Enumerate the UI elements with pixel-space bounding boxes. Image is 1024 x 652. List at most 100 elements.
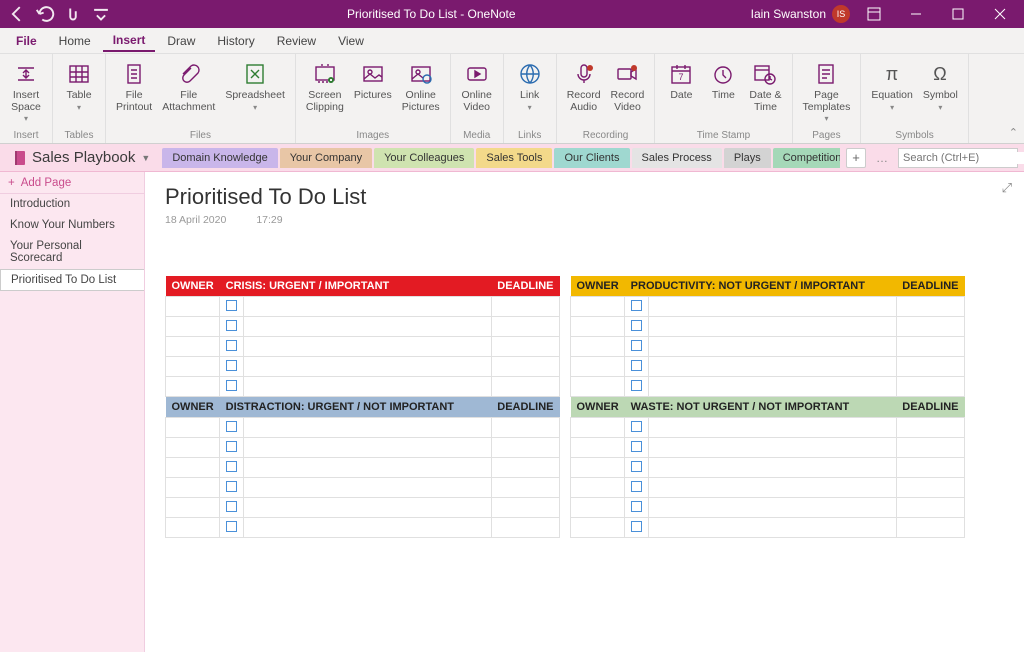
undo-icon[interactable] <box>34 3 56 25</box>
table-row[interactable] <box>571 317 965 337</box>
checkbox[interactable] <box>226 360 237 371</box>
checkbox[interactable] <box>226 501 237 512</box>
record-video-button[interactable]: RecordVideo <box>607 58 649 115</box>
menu-file[interactable]: File <box>6 31 47 51</box>
menu-draw[interactable]: Draw <box>157 31 205 51</box>
fullscreen-icon[interactable]: ⤢ <box>1002 180 1012 196</box>
time-button[interactable]: Time <box>703 58 743 104</box>
online-video-button[interactable]: OnlineVideo <box>457 58 497 115</box>
symbol-button[interactable]: ΩSymbol▾ <box>919 58 962 114</box>
page-templates-button[interactable]: PageTemplates▾ <box>799 58 855 125</box>
checkbox[interactable] <box>226 441 237 452</box>
insert-space-button[interactable]: InsertSpace▾ <box>6 58 46 125</box>
notebook-selector[interactable]: Sales Playbook ▼ <box>6 147 156 168</box>
checkbox[interactable] <box>631 421 642 432</box>
section-tab-our-clients[interactable]: Our Clients <box>554 148 629 168</box>
checkbox[interactable] <box>631 320 642 331</box>
section-tab-sales-tools[interactable]: Sales Tools <box>476 148 552 168</box>
minimize-icon[interactable] <box>898 0 934 28</box>
quadrant-table[interactable]: OWNERPRODUCTIVITY: NOT URGENT / IMPORTAN… <box>570 276 965 397</box>
checkbox[interactable] <box>631 441 642 452</box>
table-row[interactable] <box>571 478 965 498</box>
checkbox[interactable] <box>226 340 237 351</box>
table-row[interactable] <box>571 377 965 397</box>
menu-home[interactable]: Home <box>49 31 101 51</box>
checkbox[interactable] <box>631 360 642 371</box>
table-button[interactable]: Table▾ <box>59 58 99 114</box>
table-row[interactable] <box>571 337 965 357</box>
checkbox[interactable] <box>226 481 237 492</box>
table-row[interactable] <box>166 377 560 397</box>
page-item[interactable]: Prioritised To Do List <box>0 269 144 291</box>
equation-button[interactable]: πEquation▾ <box>867 58 916 114</box>
record-audio-button[interactable]: RecordAudio <box>563 58 605 115</box>
table-row[interactable] <box>166 438 560 458</box>
table-row[interactable] <box>571 438 965 458</box>
table-row[interactable] <box>571 418 965 438</box>
table-row[interactable] <box>571 458 965 478</box>
menu-history[interactable]: History <box>207 31 264 51</box>
user-name[interactable]: Iain Swanston <box>751 7 826 21</box>
date-time-button[interactable]: Date &Time <box>745 58 785 115</box>
checkbox[interactable] <box>631 340 642 351</box>
checkbox[interactable] <box>631 501 642 512</box>
table-row[interactable] <box>571 498 965 518</box>
file-printout-button[interactable]: FilePrintout <box>112 58 156 115</box>
checkbox[interactable] <box>226 521 237 532</box>
section-tab-competition[interactable]: Competition <box>773 148 840 168</box>
menu-review[interactable]: Review <box>267 31 326 51</box>
avatar[interactable]: IS <box>832 5 850 23</box>
sections-overflow-icon[interactable]: … <box>872 151 892 165</box>
touch-mode-icon[interactable] <box>62 3 84 25</box>
table-row[interactable] <box>166 418 560 438</box>
section-tab-your-company[interactable]: Your Company <box>280 148 372 168</box>
checkbox[interactable] <box>631 300 642 311</box>
page-item[interactable]: Know Your Numbers <box>0 215 144 236</box>
quadrant-table[interactable]: OWNERCRISIS: URGENT / IMPORTANTDEADLINE <box>165 276 560 397</box>
page-canvas[interactable]: ⤢ Prioritised To Do List 18 April 2020 1… <box>145 172 1024 652</box>
link-button[interactable]: Link▾ <box>510 58 550 114</box>
close-icon[interactable] <box>982 0 1018 28</box>
checkbox[interactable] <box>226 320 237 331</box>
menu-view[interactable]: View <box>328 31 374 51</box>
online-pictures-button[interactable]: OnlinePictures <box>398 58 444 115</box>
checkbox[interactable] <box>631 481 642 492</box>
file-attachment-button[interactable]: FileAttachment <box>158 58 219 115</box>
quadrant-table[interactable]: OWNERWASTE: NOT URGENT / NOT IMPORTANTDE… <box>570 397 965 538</box>
section-tab-domain-knowledge[interactable]: Domain Knowledge <box>162 148 277 168</box>
checkbox[interactable] <box>226 461 237 472</box>
pictures-button[interactable]: Pictures <box>350 58 396 104</box>
screen-clipping-button[interactable]: ScreenClipping <box>302 58 348 115</box>
spreadsheet-button[interactable]: Spreadsheet▾ <box>221 58 289 114</box>
search-input[interactable] <box>903 152 1024 164</box>
table-row[interactable] <box>571 357 965 377</box>
checkbox[interactable] <box>226 300 237 311</box>
qat-dropdown-icon[interactable] <box>90 3 112 25</box>
table-row[interactable] <box>166 337 560 357</box>
table-row[interactable] <box>166 317 560 337</box>
maximize-icon[interactable] <box>940 0 976 28</box>
checkbox[interactable] <box>226 421 237 432</box>
section-tab-sales-process[interactable]: Sales Process <box>632 148 722 168</box>
page-item[interactable]: Introduction <box>0 194 144 215</box>
table-row[interactable] <box>571 518 965 538</box>
date-button[interactable]: 7Date <box>661 58 701 104</box>
table-row[interactable] <box>166 518 560 538</box>
table-row[interactable] <box>166 297 560 317</box>
section-tab-your-colleagues[interactable]: Your Colleagues <box>374 148 474 168</box>
add-section-button[interactable]: + <box>846 148 866 168</box>
page-item[interactable]: Your Personal Scorecard <box>0 236 144 269</box>
checkbox[interactable] <box>631 461 642 472</box>
table-row[interactable] <box>166 498 560 518</box>
collapse-ribbon-icon[interactable]: ⌃ <box>1009 126 1018 139</box>
section-tab-plays[interactable]: Plays <box>724 148 771 168</box>
table-row[interactable] <box>166 357 560 377</box>
menu-insert[interactable]: Insert <box>103 30 156 52</box>
quadrant-table[interactable]: OWNERDISTRACTION: URGENT / NOT IMPORTANT… <box>165 397 560 538</box>
table-row[interactable] <box>166 478 560 498</box>
checkbox[interactable] <box>631 521 642 532</box>
table-row[interactable] <box>166 458 560 478</box>
ribbon-display-icon[interactable] <box>856 0 892 28</box>
checkbox[interactable] <box>631 380 642 391</box>
search-box[interactable]: 🔍 <box>898 148 1018 168</box>
